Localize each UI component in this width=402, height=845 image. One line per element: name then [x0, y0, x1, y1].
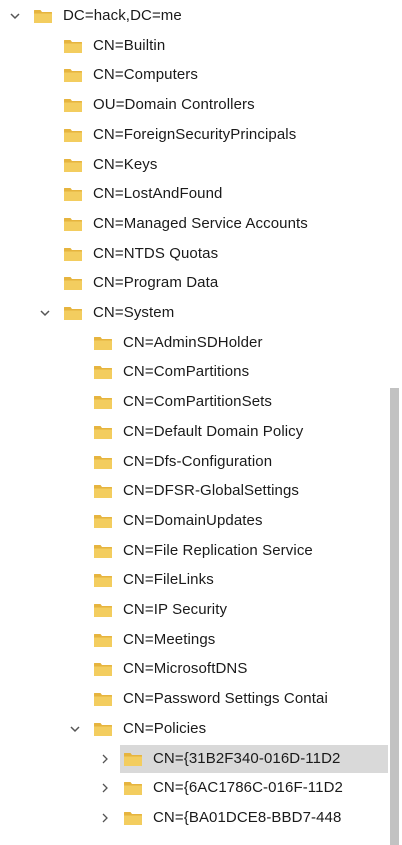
tree-item-label: CN={BA01DCE8-BBD7-448 [153, 808, 342, 826]
tree-item[interactable]: CN=NTDS Quotas [0, 239, 388, 269]
tree-item[interactable]: CN={31B2F340-016D-11D2 [0, 744, 388, 774]
folder-icon [93, 661, 113, 677]
tree-item-label: CN=System [93, 304, 175, 321]
tree-item[interactable]: CN=Program Data [0, 268, 388, 298]
tree-item[interactable]: CN=System [0, 298, 388, 328]
folder-icon [93, 721, 113, 737]
tree-item-label: CN=FileLinks [123, 571, 214, 589]
folder-icon [93, 424, 113, 440]
tree-item[interactable]: CN=MicrosoftDNS [0, 654, 388, 684]
tree-item[interactable]: CN=ComPartitionSets [0, 387, 388, 417]
tree-item-label: CN=Dfs-Configuration [123, 452, 273, 470]
tree-item-label: CN=Meetings [123, 630, 216, 648]
folder-icon [93, 632, 113, 648]
chevron-right-icon[interactable] [98, 803, 112, 833]
folder-icon [93, 335, 113, 351]
folder-icon [93, 602, 113, 618]
folder-icon [63, 67, 83, 83]
tree-item-label: CN=Keys [93, 155, 158, 173]
tree-item[interactable]: CN=Keys [0, 150, 388, 180]
folder-icon [93, 513, 113, 529]
tree-item[interactable]: CN=ComPartitions [0, 357, 388, 387]
tree-item-label: CN=Program Data [93, 274, 219, 292]
tree-item[interactable]: CN=DomainUpdates [0, 506, 388, 536]
tree-item-label: CN=DFSR-GlobalSettings [123, 482, 300, 500]
tree-item[interactable]: CN={BA01DCE8-BBD7-448 [0, 803, 388, 833]
tree-item-label: CN=NTDS Quotas [93, 244, 219, 262]
folder-icon [63, 157, 83, 173]
chevron-right-icon[interactable] [98, 744, 112, 774]
folder-icon [93, 691, 113, 707]
tree-item[interactable]: CN=File Replication Service [0, 536, 388, 566]
folder-icon [63, 127, 83, 143]
folder-icon [123, 751, 143, 767]
tree-item[interactable]: CN=IP Security [0, 595, 388, 625]
folder-icon [93, 394, 113, 410]
tree-item[interactable]: CN=FileLinks [0, 565, 388, 595]
tree-item-label: OU=Domain Controllers [93, 96, 255, 114]
folder-icon [93, 364, 113, 380]
folder-icon [123, 780, 143, 796]
folder-icon [63, 38, 83, 54]
folder-icon [123, 810, 143, 826]
folder-icon [63, 305, 83, 321]
tree-item-label: CN=DomainUpdates [123, 511, 263, 529]
folder-icon [93, 543, 113, 559]
tree-item[interactable]: CN=Meetings [0, 625, 388, 655]
folder-icon [63, 97, 83, 113]
tree-item-label: CN=ForeignSecurityPrincipals [93, 125, 297, 143]
folder-icon [93, 483, 113, 499]
folder-icon [63, 186, 83, 202]
tree-item-label: CN=Builtin [93, 36, 166, 54]
folder-icon [63, 246, 83, 262]
tree-item-label: DC=hack,DC=me [63, 7, 182, 24]
tree-item-label: CN=IP Security [123, 601, 228, 618]
vertical-scrollbar[interactable] [388, 0, 402, 845]
tree-item-label: CN=Managed Service Accounts [93, 214, 308, 232]
tree-item[interactable]: CN=Default Domain Policy [0, 417, 388, 447]
tree-item[interactable]: CN=Builtin [0, 31, 388, 61]
tree-item-label: CN=MicrosoftDNS [123, 660, 248, 678]
tree-item-label: CN=Computers [93, 66, 198, 84]
tree-item[interactable]: DC=hack,DC=me [0, 1, 388, 31]
tree-item-label: CN=File Replication Service [123, 541, 313, 559]
folder-icon [63, 216, 83, 232]
chevron-down-icon[interactable] [68, 714, 82, 744]
folder-icon [93, 454, 113, 470]
tree-item-label: CN=Policies [123, 719, 207, 737]
tree-item[interactable]: OU=Domain Controllers [0, 90, 388, 120]
chevron-down-icon[interactable] [8, 1, 22, 31]
chevron-down-icon[interactable] [38, 298, 52, 328]
tree-item[interactable]: CN=AdminSDHolder [0, 328, 388, 358]
tree-item[interactable]: CN=ForeignSecurityPrincipals [0, 120, 388, 150]
folder-icon [33, 8, 53, 24]
tree-item[interactable]: CN={6AC1786C-016F-11D2 [0, 773, 388, 803]
directory-tree: DC=hack,DC=me CN=Builtin CN=Computers OU=Do… [0, 0, 388, 845]
tree-item[interactable]: CN=Managed Service Accounts [0, 209, 388, 239]
tree-item-label: CN=ComPartitionSets [123, 393, 273, 411]
tree-item-label: CN=Password Settings Contai [123, 690, 328, 708]
tree-item-label: CN={6AC1786C-016F-11D2 [153, 779, 343, 797]
tree-item-label: CN=Default Domain Policy [123, 422, 304, 440]
scrollbar-thumb[interactable] [390, 388, 399, 845]
folder-icon [63, 275, 83, 291]
tree-item[interactable]: CN=Password Settings Contai [0, 684, 388, 714]
tree-item[interactable]: CN=LostAndFound [0, 179, 388, 209]
tree-item-label: CN=AdminSDHolder [123, 333, 263, 351]
tree-item-label: CN=LostAndFound [93, 185, 223, 203]
tree-item[interactable]: CN=DFSR-GlobalSettings [0, 476, 388, 506]
tree-item[interactable]: CN=Computers [0, 60, 388, 90]
folder-icon [93, 572, 113, 588]
tree-item[interactable]: CN=Dfs-Configuration [0, 447, 388, 477]
chevron-right-icon[interactable] [98, 773, 112, 803]
tree-item-label: CN={31B2F340-016D-11D2 [153, 749, 341, 767]
tree-item[interactable]: CN=Policies [0, 714, 388, 744]
tree-item-label: CN=ComPartitions [123, 363, 250, 381]
